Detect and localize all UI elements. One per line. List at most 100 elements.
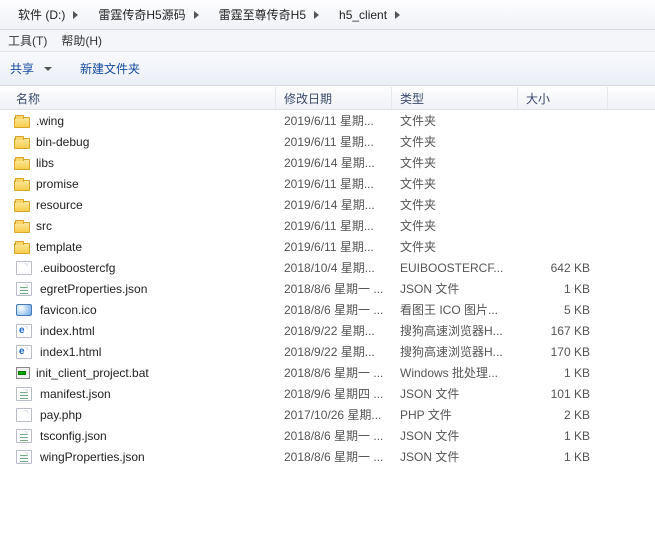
file-row[interactable]: promise 2019/6/11 星期...文件夹 xyxy=(0,173,655,194)
file-row[interactable]: wingProperties.json 2018/8/6 星期一 ...JSON … xyxy=(0,446,655,467)
breadcrumb-label: h5_client xyxy=(339,8,387,22)
file-name-cell: .wing xyxy=(0,114,276,128)
column-header-size[interactable]: 大小 xyxy=(518,87,608,109)
file-name-cell: promise xyxy=(0,177,276,191)
breadcrumb-label: 雷霆传奇H5源码 xyxy=(98,6,185,23)
folder-icon xyxy=(14,222,30,233)
column-header-type[interactable]: 类型 xyxy=(392,87,518,109)
file-date: 2018/8/6 星期一 ... xyxy=(276,280,392,297)
file-date: 2019/6/11 星期... xyxy=(276,133,392,150)
chevron-right-icon[interactable] xyxy=(194,11,199,19)
json-file-icon xyxy=(16,429,32,443)
file-row[interactable]: index1.html2018/9/22 星期...搜狗高速浏览器H...170… xyxy=(0,341,655,362)
file-date: 2019/6/11 星期... xyxy=(276,112,392,129)
file-name: init_client_project.bat xyxy=(36,366,149,380)
file-type: 文件夹 xyxy=(392,217,518,234)
file-type: 文件夹 xyxy=(392,175,518,192)
file-row[interactable]: tsconfig.json2018/8/6 星期一 ...JSON 文件1 KB xyxy=(0,425,655,446)
address-bar[interactable]: 软件 (D:) 雷霆传奇H5源码 雷霆至尊传奇H5 h5_client xyxy=(0,0,655,30)
file-date: 2018/8/6 星期一 ... xyxy=(276,448,392,465)
file-name: bin-debug xyxy=(36,135,89,149)
file-size: 1 KB xyxy=(518,366,608,380)
file-name-cell: src xyxy=(0,219,276,233)
ico-file-icon xyxy=(16,304,32,316)
file-date: 2018/9/22 星期... xyxy=(276,322,392,339)
chevron-right-icon[interactable] xyxy=(73,11,78,19)
file-name: resource xyxy=(36,198,83,212)
file-row[interactable]: .euiboostercfg2018/10/4 星期...EUIBOOSTERC… xyxy=(0,257,655,278)
file-type: 文件夹 xyxy=(392,196,518,213)
file-date: 2018/8/6 星期一 ... xyxy=(276,364,392,381)
folder-icon xyxy=(14,159,30,170)
file-type: JSON 文件 xyxy=(392,448,518,465)
file-date: 2018/8/6 星期一 ... xyxy=(276,301,392,318)
file-row[interactable]: egretProperties.json2018/8/6 星期一 ...JSON… xyxy=(0,278,655,299)
file-row[interactable]: template2019/6/11 星期...文件夹 xyxy=(0,236,655,257)
file-date: 2018/9/6 星期四 ... xyxy=(276,385,392,402)
column-header-name[interactable]: 名称 xyxy=(0,87,276,109)
file-name-cell: pay.php xyxy=(0,407,276,423)
chevron-right-icon[interactable] xyxy=(314,11,319,19)
file-name: egretProperties.json xyxy=(40,282,147,296)
file-name-cell: wingProperties.json xyxy=(0,449,276,465)
new-folder-button[interactable]: 新建文件夹 xyxy=(80,60,140,77)
file-row[interactable]: pay.php2017/10/26 星期...PHP 文件2 KB xyxy=(0,404,655,425)
file-type: 搜狗高速浏览器H... xyxy=(392,322,518,339)
file-size: 1 KB xyxy=(518,450,608,464)
file-row[interactable]: .wing2019/6/11 星期...文件夹 xyxy=(0,110,655,131)
button-label: 新建文件夹 xyxy=(80,60,140,77)
file-type: EUIBOOSTERCF... xyxy=(392,261,518,275)
file-name-cell: favicon.ico xyxy=(0,302,276,318)
html-file-icon xyxy=(16,324,32,338)
file-name-cell: bin-debug xyxy=(0,135,276,149)
file-size: 5 KB xyxy=(518,303,608,317)
file-date: 2019/6/11 星期... xyxy=(276,238,392,255)
file-name-cell: template xyxy=(0,240,276,254)
file-type: JSON 文件 xyxy=(392,385,518,402)
file-name-cell: egretProperties.json xyxy=(0,281,276,297)
toolbar: 共享 新建文件夹 xyxy=(0,52,655,86)
file-row[interactable]: favicon.ico2018/8/6 星期一 ...看图王 ICO 图片...… xyxy=(0,299,655,320)
file-name-cell: libs xyxy=(0,156,276,170)
file-size: 170 KB xyxy=(518,345,608,359)
breadcrumb-label: 软件 (D:) xyxy=(18,6,65,23)
menu-help[interactable]: 帮助(H) xyxy=(61,32,102,49)
file-date: 2019/6/11 星期... xyxy=(276,217,392,234)
json-file-icon xyxy=(16,450,32,464)
file-date: 2019/6/14 星期... xyxy=(276,154,392,171)
breadcrumb[interactable]: 软件 (D:) xyxy=(10,0,90,29)
file-row[interactable]: manifest.json2018/9/6 星期四 ...JSON 文件101 … xyxy=(0,383,655,404)
file-row[interactable]: resource2019/6/14 星期...文件夹 xyxy=(0,194,655,215)
menu-tools[interactable]: 工具(T) xyxy=(8,32,47,49)
column-headers: 名称 修改日期 类型 大小 xyxy=(0,86,655,110)
file-date: 2018/9/22 星期... xyxy=(276,343,392,360)
file-row[interactable]: init_client_project.bat2018/8/6 星期一 ...W… xyxy=(0,362,655,383)
column-header-date[interactable]: 修改日期 xyxy=(276,87,392,109)
folder-icon xyxy=(14,243,30,254)
file-type: 文件夹 xyxy=(392,154,518,171)
file-date: 2019/6/11 星期... xyxy=(276,175,392,192)
file-name: wingProperties.json xyxy=(40,450,145,464)
file-size: 1 KB xyxy=(518,429,608,443)
file-type: 文件夹 xyxy=(392,133,518,150)
file-size: 101 KB xyxy=(518,387,608,401)
file-type: JSON 文件 xyxy=(392,427,518,444)
file-name: .euiboostercfg xyxy=(40,261,115,275)
file-type: 搜狗高速浏览器H... xyxy=(392,343,518,360)
file-size: 2 KB xyxy=(518,408,608,422)
file-size: 167 KB xyxy=(518,324,608,338)
file-name-cell: index1.html xyxy=(0,344,276,360)
file-row[interactable]: libs2019/6/14 星期...文件夹 xyxy=(0,152,655,173)
chevron-right-icon[interactable] xyxy=(395,11,400,19)
bat-file-icon xyxy=(14,365,30,381)
file-name-cell: init_client_project.bat xyxy=(0,365,276,381)
file-row[interactable]: bin-debug 2019/6/11 星期...文件夹 xyxy=(0,131,655,152)
breadcrumb[interactable]: 雷霆至尊传奇H5 xyxy=(211,0,331,29)
file-icon xyxy=(16,408,32,422)
breadcrumb[interactable]: h5_client xyxy=(331,0,412,29)
file-name: promise xyxy=(36,177,79,191)
file-row[interactable]: src2019/6/11 星期...文件夹 xyxy=(0,215,655,236)
breadcrumb[interactable]: 雷霆传奇H5源码 xyxy=(90,0,210,29)
file-row[interactable]: index.html2018/9/22 星期...搜狗高速浏览器H...167 … xyxy=(0,320,655,341)
share-button[interactable]: 共享 xyxy=(10,60,52,77)
